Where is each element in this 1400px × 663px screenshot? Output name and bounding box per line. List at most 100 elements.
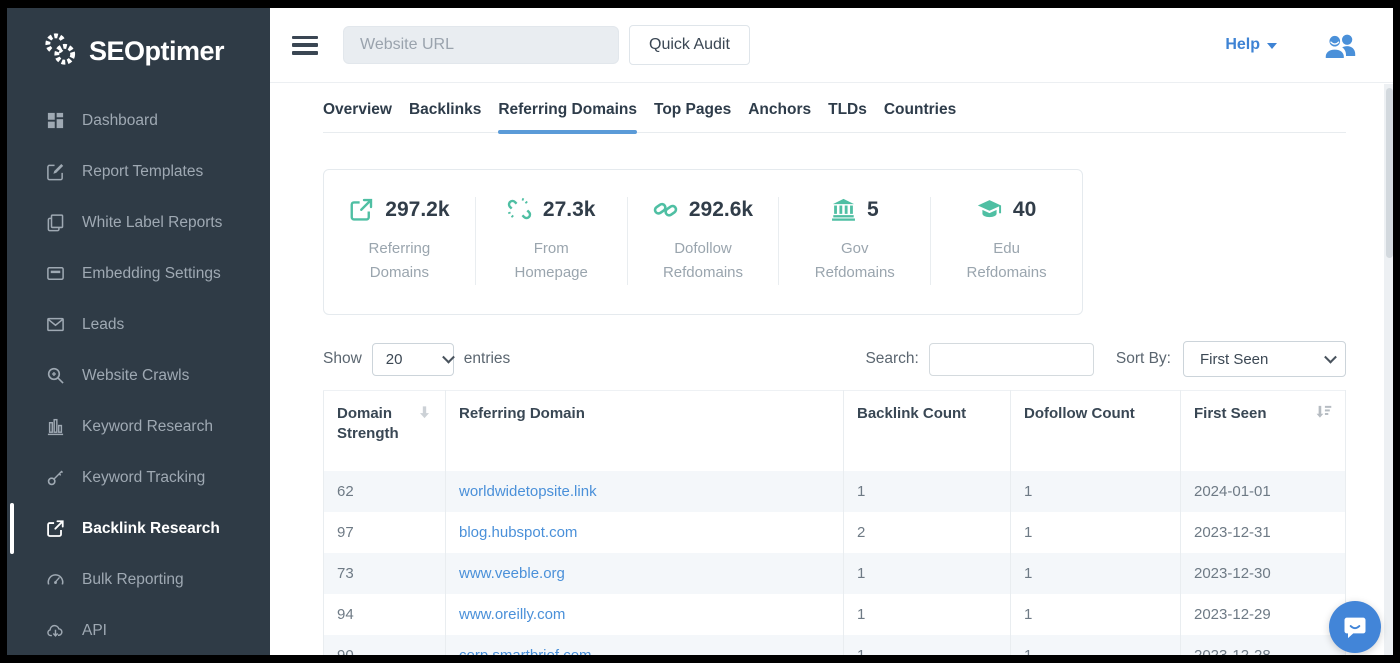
tab[interactable]: Overview [323,101,392,132]
stat-label: Gov Refdomains [800,237,910,285]
sidebar-item[interactable]: Bulk Reporting [7,554,270,605]
stat-label: Dofollow Refdomains [648,237,758,285]
domain-strength-cell: 97 [324,512,446,553]
stat: 297.2k Referring Domains [324,197,476,285]
first-seen-cell: 2024-01-01 [1181,471,1346,512]
domain-strength-cell: 90 [324,635,446,656]
domain-strength-cell: 94 [324,594,446,635]
sidebar-item[interactable]: Dashboard [7,95,270,146]
sidebar-item-label: Dashboard [82,112,158,130]
app-window: SEOptimer Dashboard Report Templates Whi… [7,8,1393,655]
referring-domain-link[interactable]: www.veeble.org [459,565,565,582]
dofollow-count-cell: 1 [1011,512,1181,553]
stat-value: 40 [1013,198,1036,222]
content: Overview Backlinks Referring Domains Top… [270,83,1393,655]
hamburger-menu-icon[interactable] [292,36,318,55]
column-header-dofollow-count[interactable]: Dofollow Count [1011,391,1181,457]
column-header-referring-domain[interactable]: Referring Domain [446,391,844,457]
logo[interactable]: SEOptimer [7,8,270,73]
broken-link-icon [507,197,532,222]
logo-text: SEOptimer [89,36,224,67]
graduation-cap-icon [977,197,1002,222]
sidebar-item-label: Report Templates [82,163,203,181]
sidebar-item[interactable]: White Label Reports [7,197,270,248]
page-size-select[interactable]: 20 [372,343,454,376]
stat: 27.3k From Homepage [476,197,628,285]
table-row: 62 worldwidetopsite.link 1 1 2024-01-01 [324,471,1346,512]
help-dropdown[interactable]: Help [1225,36,1277,54]
stat: 40 Edu Refdomains [931,197,1082,285]
external-link-icon [349,197,374,222]
stat-value: 297.2k [385,198,449,222]
sidebar-item[interactable]: Keyword Research [7,401,270,452]
tab[interactable]: Backlinks [409,101,481,132]
sidebar: SEOptimer Dashboard Report Templates Whi… [7,8,270,655]
tab[interactable]: Countries [884,101,956,132]
chevron-down-icon [1267,43,1277,49]
sort-by-select[interactable]: First Seen [1183,341,1346,377]
page-scrollbar[interactable] [1384,84,1393,655]
external-link-icon [45,519,65,539]
pages-icon [45,213,65,233]
website-url-input[interactable] [343,26,619,64]
embed-window-icon [45,264,65,284]
cloud-download-icon [45,621,65,641]
tab[interactable]: Anchors [748,101,811,132]
sort-arrow-down-icon [417,404,432,426]
sidebar-item-label: Backlink Research [82,520,220,538]
tab[interactable]: Top Pages [654,101,731,132]
stat: 5 Gov Refdomains [779,197,931,285]
stat-label: Referring Domains [344,237,454,285]
table-row: 73 www.veeble.org 1 1 2023-12-30 [324,553,1346,594]
key-icon [45,468,65,488]
sidebar-item[interactable]: Embedding Settings [7,248,270,299]
scrollbar-thumb[interactable] [1386,88,1393,258]
sidebar-item[interactable]: Leads [7,299,270,350]
sidebar-item[interactable]: API [7,605,270,655]
tab-bar: Overview Backlinks Referring Domains Top… [323,101,1346,133]
sidebar-item[interactable]: Backlink Research [7,503,270,554]
column-header-backlink-count[interactable]: Backlink Count [844,391,1011,457]
backlink-count-cell: 1 [844,635,1011,656]
table-controls: Show 20 entries Search: Sort By: First S… [323,341,1346,377]
first-seen-cell: 2023-12-31 [1181,512,1346,553]
domain-strength-cell: 73 [324,553,446,594]
sidebar-item[interactable]: Report Templates [7,146,270,197]
stats-card: 297.2k Referring Domains 27.3k From Home… [323,169,1083,315]
sidebar-item-label: Keyword Tracking [82,469,205,487]
stat-value: 27.3k [543,198,596,222]
column-header-domain-strength[interactable]: Domain Strength [324,391,446,457]
sidebar-item-label: Embedding Settings [82,265,221,283]
backlink-count-cell: 1 [844,553,1011,594]
referring-domain-link[interactable]: blog.hubspot.com [459,524,577,541]
backlink-count-cell: 2 [844,512,1011,553]
account-users-icon[interactable] [1321,32,1359,59]
search-input[interactable] [929,343,1094,376]
seoptimer-gear-icon [41,30,79,73]
domain-strength-cell: 62 [324,471,446,512]
tab[interactable]: TLDs [828,101,867,132]
column-header-first-seen[interactable]: First Seen [1181,391,1346,457]
chat-widget-button[interactable] [1329,601,1381,653]
pencil-square-icon [45,162,65,182]
stat-value: 292.6k [689,198,753,222]
referring-domain-link[interactable]: corp.smartbrief.com [459,647,592,656]
stat: 292.6k Dofollow Refdomains [628,197,780,285]
table-row-partial [324,457,1346,471]
first-seen-cell: 2023-12-28 [1181,635,1346,656]
sidebar-item-label: White Label Reports [82,214,222,232]
sidebar-item[interactable]: Website Crawls [7,350,270,401]
backlink-count-cell: 1 [844,594,1011,635]
referring-domain-link[interactable]: worldwidetopsite.link [459,483,597,500]
stat-value: 5 [867,198,879,222]
envelope-icon [45,315,65,335]
dofollow-count-cell: 1 [1011,471,1181,512]
sort-by-label: Sort By: [1116,350,1171,368]
referring-domain-link[interactable]: www.oreilly.com [459,606,565,623]
tab[interactable]: Referring Domains [498,101,637,132]
sidebar-item[interactable]: Keyword Tracking [7,452,270,503]
search-label: Search: [865,350,918,368]
show-label: Show [323,350,362,368]
gauge-icon [45,570,65,590]
quick-audit-button[interactable]: Quick Audit [629,25,750,65]
